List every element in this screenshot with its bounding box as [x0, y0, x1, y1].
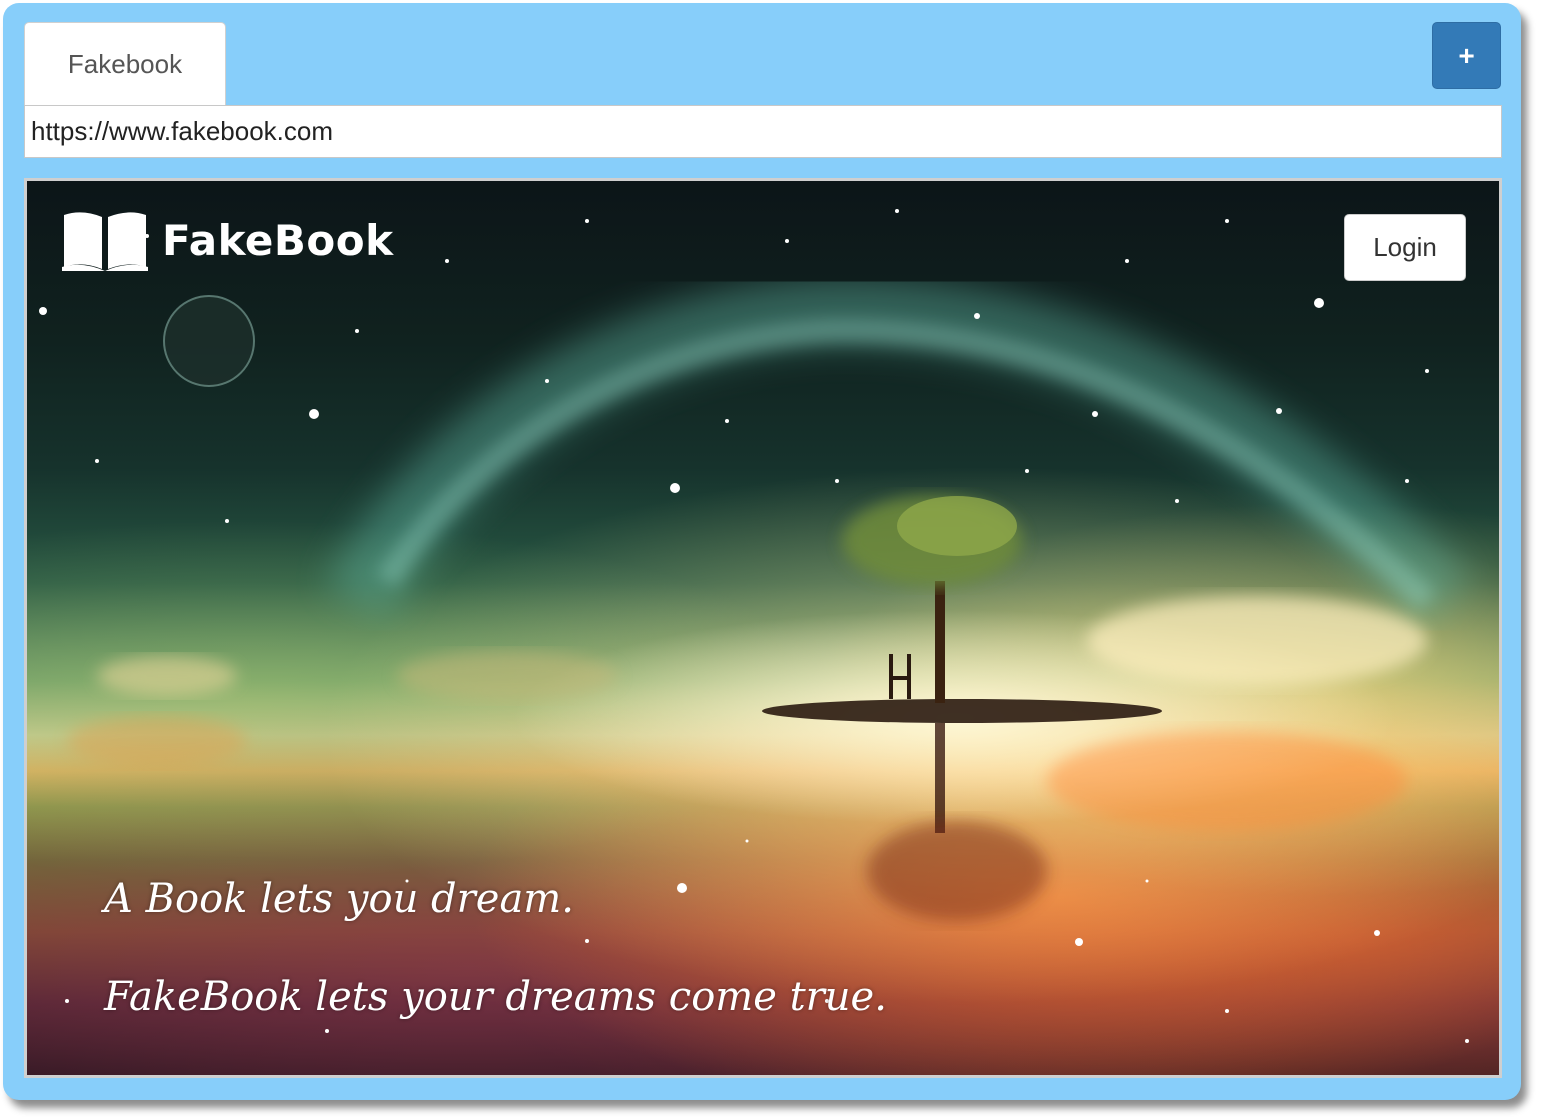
- new-tab-button[interactable]: +: [1432, 22, 1501, 89]
- hero-background-image: [27, 181, 1499, 1075]
- stars-layer: [39, 209, 1469, 1043]
- url-input[interactable]: https://www.fakebook.com: [24, 105, 1502, 158]
- browser-window: Fakebook + https://www.fakebook.com Fake…: [3, 3, 1521, 1100]
- tagline-line2: FakeBook lets your dreams come true.: [104, 974, 887, 1020]
- logo-text: FakeBook: [162, 215, 394, 265]
- tab-label: Fakebook: [67, 49, 183, 79]
- login-button[interactable]: Login: [1344, 214, 1466, 281]
- page-viewport: FakeBook Login A Book lets you dream. Fa…: [24, 178, 1502, 1078]
- fakebook-logo[interactable]: FakeBook: [62, 209, 394, 271]
- tab-fakebook[interactable]: Fakebook: [24, 22, 226, 106]
- open-book-icon: [62, 212, 148, 271]
- tagline-line1: A Book lets you dream.: [104, 876, 574, 922]
